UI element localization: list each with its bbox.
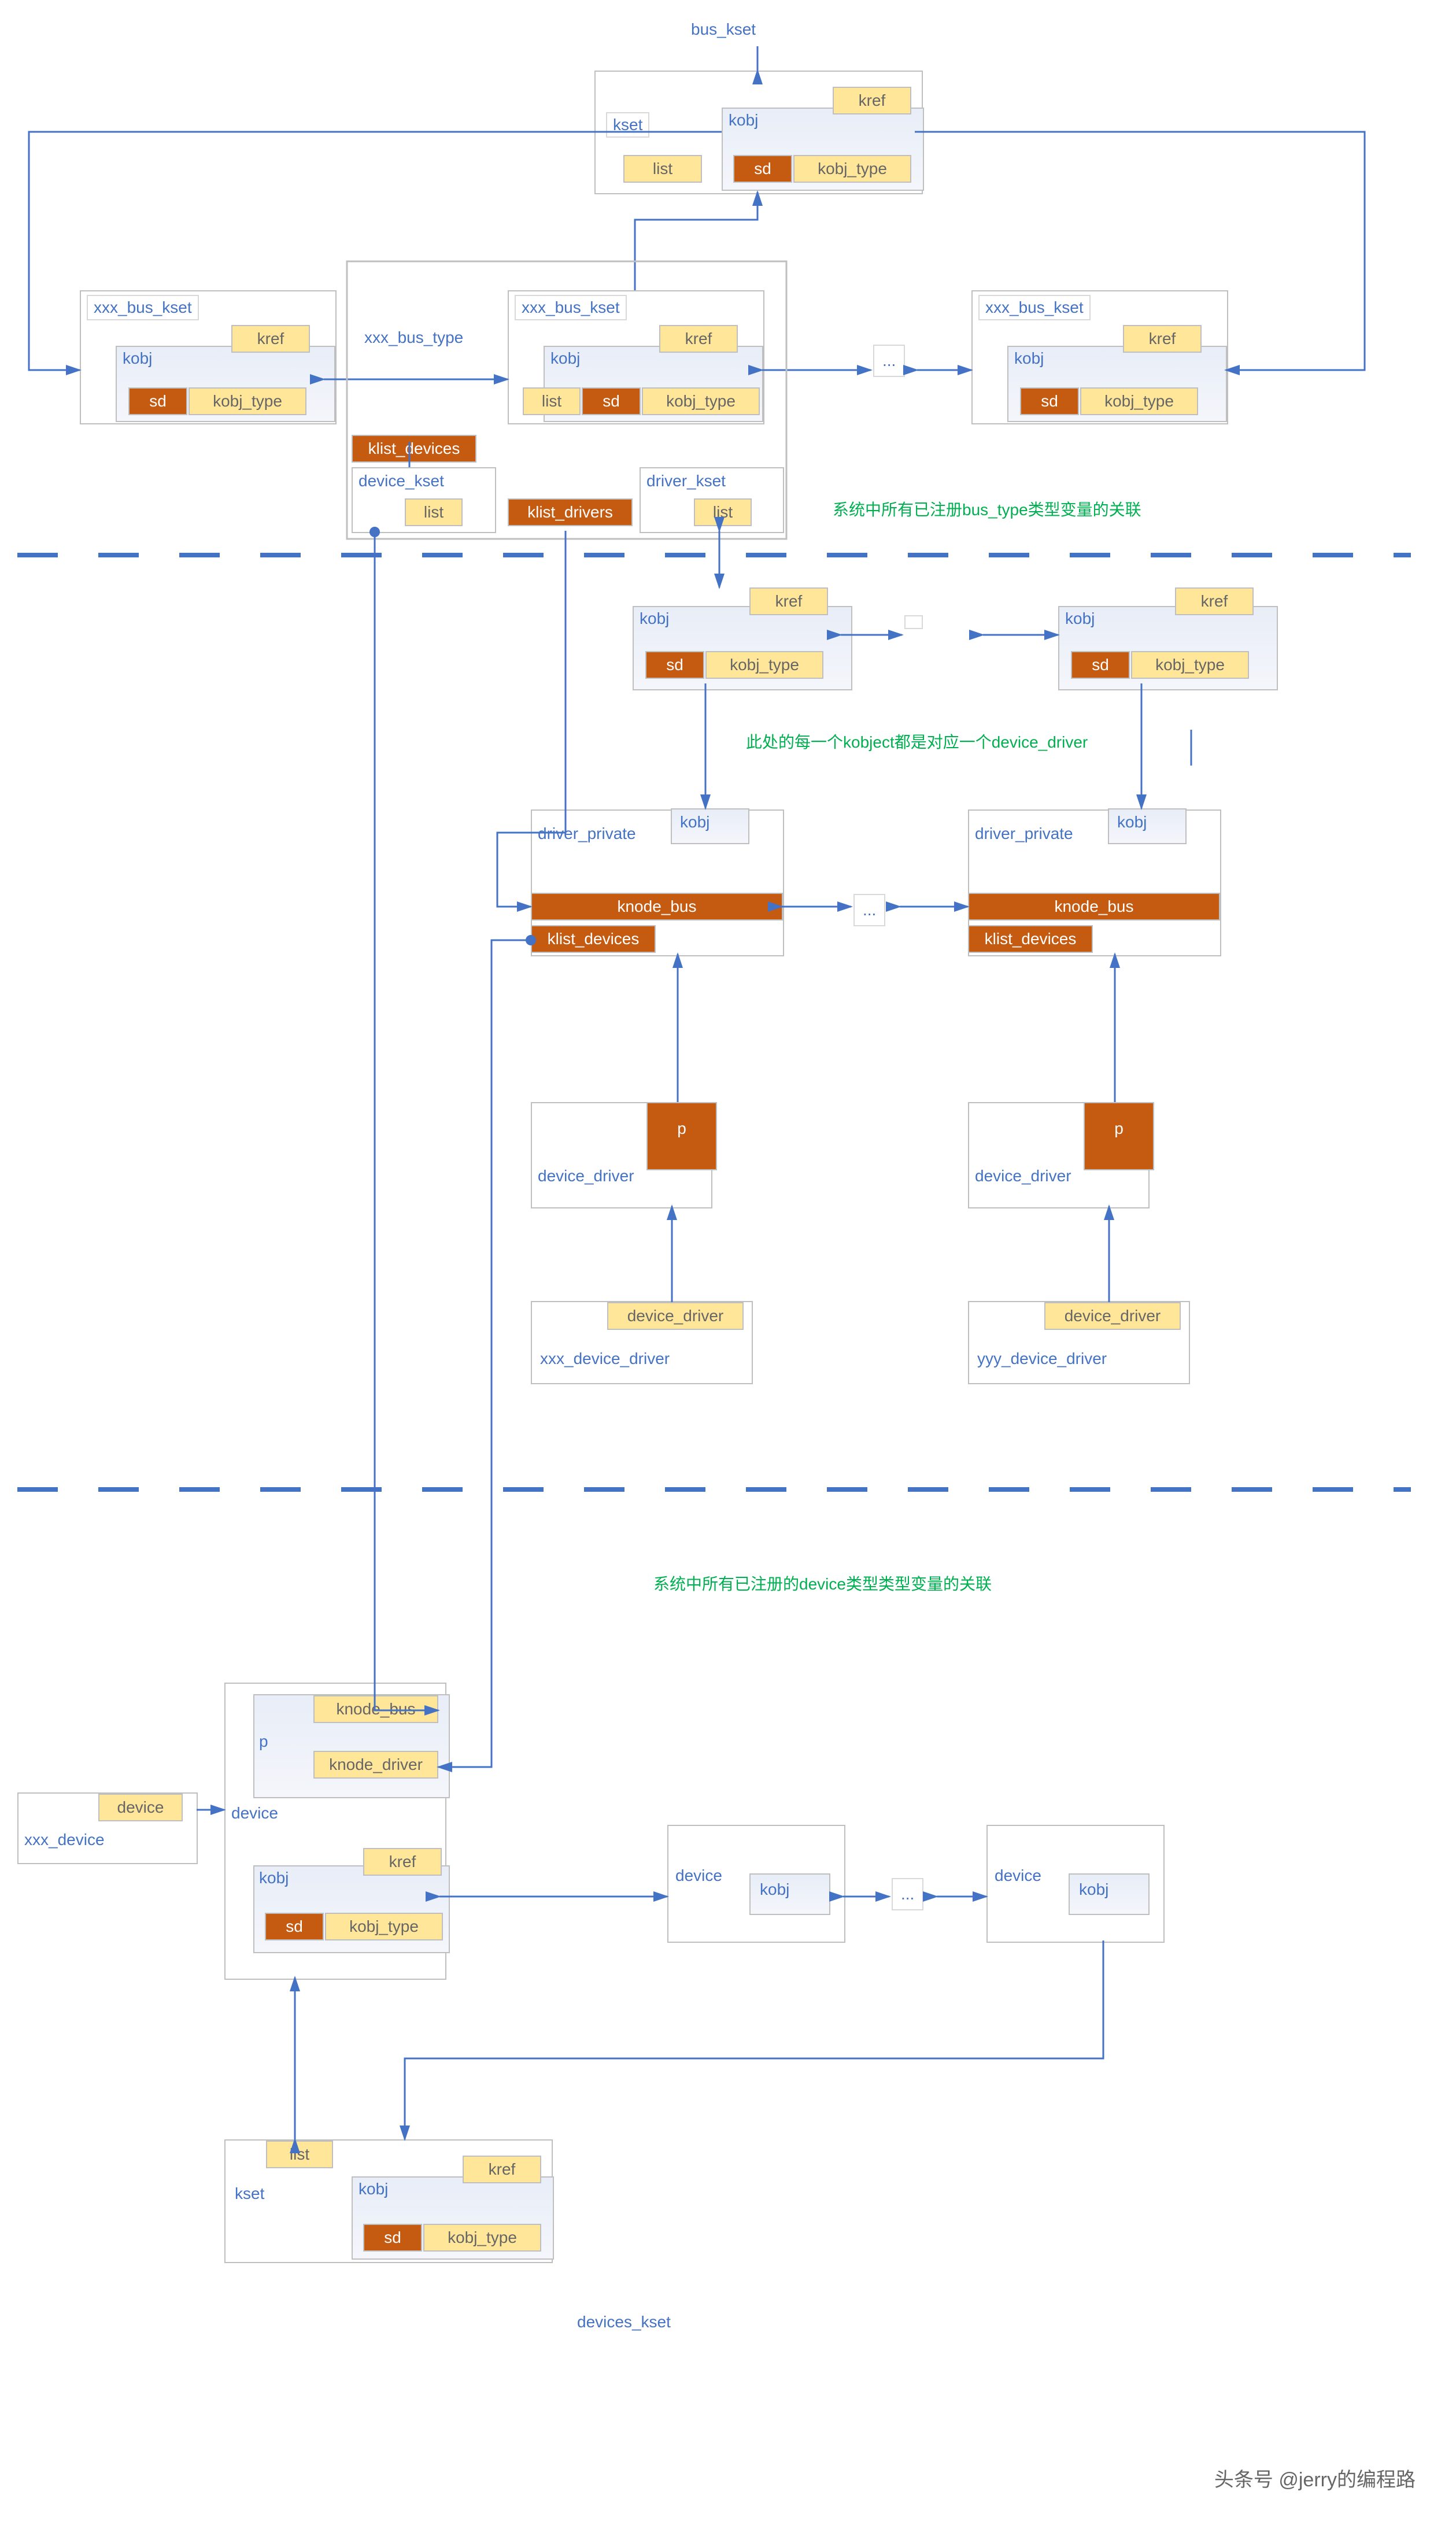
dev-chain-dots: ... xyxy=(892,1878,923,1910)
dp2-label: driver_private xyxy=(975,825,1073,843)
mid-list: list xyxy=(523,387,581,415)
bot-kset-label: kset xyxy=(235,2184,264,2203)
dev-chain2-kobj-label: kobj xyxy=(1079,1880,1108,1899)
green-c: 系统中所有已注册的device类型类型变量的关联 xyxy=(653,1572,992,1595)
mid-sd: sd xyxy=(582,387,641,415)
dd1-label: device_driver xyxy=(538,1167,634,1185)
top-kobj-label: kobj xyxy=(729,111,758,130)
green-a: 系统中所有已注册bus_type类型变量的关联 xyxy=(833,497,1141,520)
r3-kobj1-label: kobj xyxy=(640,609,669,628)
dd1-p: p xyxy=(646,1102,717,1170)
right-bus-kset-label: xxx_bus_kset xyxy=(978,295,1091,320)
xdd-dd: device_driver xyxy=(607,1302,744,1330)
dev-chain1-kobj-label: kobj xyxy=(760,1880,789,1899)
mid-kobj-label: kobj xyxy=(550,349,580,368)
dp1-knode: knode_bus xyxy=(531,893,783,921)
dp1-label: driver_private xyxy=(538,825,636,843)
dev-chain2-label: device xyxy=(995,1866,1041,1885)
dev-sd: sd xyxy=(265,1913,324,1940)
dd2-label: device_driver xyxy=(975,1167,1071,1185)
bot-kobj-label: kobj xyxy=(359,2180,388,2198)
top-list: list xyxy=(623,155,702,183)
dev-p-label: p xyxy=(259,1732,268,1751)
xxx-bus-type: xxx_bus_type xyxy=(364,328,463,347)
dp2-knode: knode_bus xyxy=(968,893,1220,921)
bot-kref: kref xyxy=(463,2156,541,2183)
dp-dots: ... xyxy=(853,894,885,926)
driver-kset-label: driver_kset xyxy=(646,472,726,490)
bot-kobj-type: kobj_type xyxy=(423,2224,541,2252)
mid-kref: kref xyxy=(659,325,738,353)
r3-kref1: kref xyxy=(749,587,828,615)
dev-chain1-label: device xyxy=(675,1866,722,1885)
left-kref: kref xyxy=(231,325,310,353)
dp1-klist: klist_devices xyxy=(531,925,656,953)
right-sd: sd xyxy=(1020,387,1079,415)
mid-bus-kset-label: xxx_bus_kset xyxy=(515,295,627,320)
right-kobj-label: kobj xyxy=(1014,349,1044,368)
dev-kref: kref xyxy=(363,1848,442,1876)
r3-kobj2-label: kobj xyxy=(1065,609,1095,628)
dp2-klist: klist_devices xyxy=(968,925,1093,953)
r3-sd1: sd xyxy=(645,651,704,679)
dev-device-label: device xyxy=(231,1804,278,1823)
klist-drivers: klist_drivers xyxy=(508,498,633,526)
dev-kobj-label: kobj xyxy=(259,1869,289,1887)
top-sd: sd xyxy=(733,155,792,183)
green-b: 此处的每一个kobject都是对应一个device_driver xyxy=(746,730,1088,753)
xxx-dev-yellow: device xyxy=(98,1794,183,1821)
xxx-dev-label: xxx_device xyxy=(24,1831,105,1849)
right-kobj-type: kobj_type xyxy=(1080,387,1198,415)
left-kobj-label: kobj xyxy=(123,349,152,368)
r3-kref2: kref xyxy=(1175,587,1254,615)
bot-sd: sd xyxy=(363,2224,422,2252)
xdd-label: xxx_device_driver xyxy=(540,1350,670,1368)
klist-devices-1: klist_devices xyxy=(352,435,476,463)
dev-knode-driver: knode_driver xyxy=(313,1751,438,1779)
dev-kobj-type: kobj_type xyxy=(325,1913,443,1940)
r3-kobj-type2: kobj_type xyxy=(1131,651,1249,679)
top-kobj-type: kobj_type xyxy=(793,155,911,183)
title-devices-kset: devices_kset xyxy=(577,2313,671,2331)
ydd-label: yyy_device_driver xyxy=(977,1350,1107,1368)
kset-label: kset xyxy=(606,112,649,138)
bot-list: list xyxy=(266,2141,333,2168)
left-kobj-type: kobj_type xyxy=(189,387,306,415)
left-bus-kset-label: xxx_bus_kset xyxy=(87,295,199,320)
dp2-kobj-label: kobj xyxy=(1117,813,1147,831)
left-sd: sd xyxy=(128,387,187,415)
driver-kset-list: list xyxy=(694,498,752,526)
mid-kobj-type: kobj_type xyxy=(642,387,760,415)
watermark: 头条号 @jerry的编程路 xyxy=(1214,2464,1416,2492)
ydd-dd: device_driver xyxy=(1044,1302,1181,1330)
dp1-kobj-label: kobj xyxy=(680,813,709,831)
device-kset-label: device_kset xyxy=(359,472,444,490)
dd2-p: p xyxy=(1084,1102,1154,1170)
device-kset-list: list xyxy=(405,498,463,526)
dev-knode-bus: knode_bus xyxy=(313,1695,438,1723)
title-bus-kset: bus_kset xyxy=(691,20,756,39)
r3-kobj-type1: kobj_type xyxy=(705,651,823,679)
top-kref: kref xyxy=(833,87,911,114)
row2-dots: ... xyxy=(873,345,905,377)
right-kref: kref xyxy=(1123,325,1202,353)
r3-dots xyxy=(904,615,923,629)
r3-sd2: sd xyxy=(1071,651,1130,679)
